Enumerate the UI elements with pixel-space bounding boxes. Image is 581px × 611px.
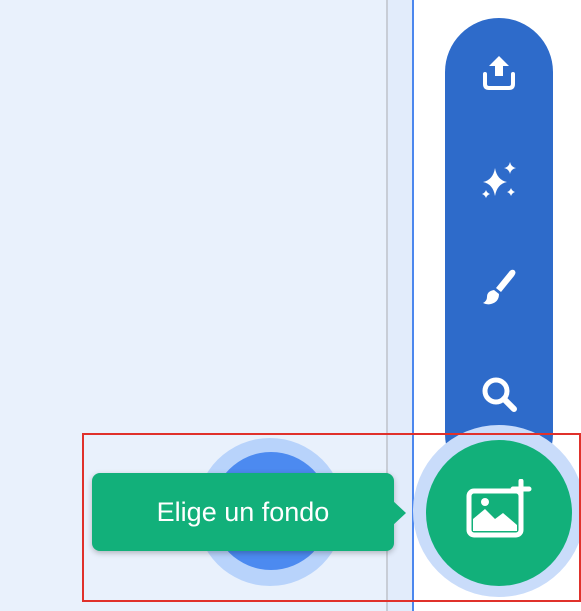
search-icon: [477, 372, 521, 416]
add-backdrop-image-icon: [463, 478, 535, 548]
search-backdrop-button[interactable]: [465, 360, 533, 428]
surprise-backdrop-button[interactable]: [465, 146, 533, 214]
choose-backdrop-button[interactable]: [426, 440, 572, 586]
upload-backdrop-button[interactable]: [465, 38, 533, 106]
paint-brush-icon: [477, 264, 521, 308]
editor-stage: Elige un fondo: [0, 0, 581, 611]
paint-backdrop-button[interactable]: [465, 252, 533, 320]
surprise-sparkle-icon: [477, 158, 521, 202]
upload-icon: [477, 50, 521, 94]
tooltip-arrow: [392, 500, 406, 526]
choose-backdrop-tooltip: Elige un fondo: [92, 473, 394, 551]
tooltip-label: Elige un fondo: [156, 496, 330, 527]
